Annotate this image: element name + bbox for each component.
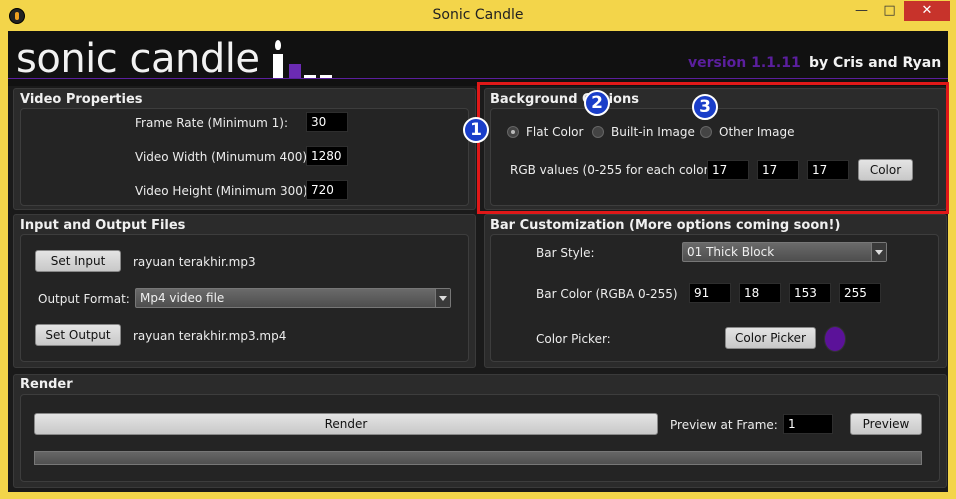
- bar-color-label: Bar Color (RGBA 0-255): [536, 287, 678, 301]
- io-files-title: Input and Output Files: [20, 218, 186, 233]
- video-height-input[interactable]: 720: [306, 180, 348, 200]
- version-label: version 1.1.11: [688, 55, 801, 71]
- preview-frame-label: Preview at Frame:: [670, 418, 778, 432]
- annotation-badge-3: 3: [692, 94, 718, 120]
- video-height-label: Video Height (Minimum 300):: [135, 184, 312, 198]
- window-title: Sonic Candle: [432, 7, 524, 23]
- color-picker-button[interactable]: Color Picker: [725, 327, 816, 349]
- output-format-label: Output Format:: [38, 292, 130, 306]
- logo-flame-icon: [275, 40, 281, 50]
- bar-blue-input[interactable]: 153: [789, 283, 831, 303]
- frame-rate-input[interactable]: 30: [306, 112, 348, 132]
- render-title: Render: [20, 377, 73, 392]
- color-picker-label: Color Picker:: [536, 332, 611, 346]
- bar-alpha-input[interactable]: 255: [839, 283, 881, 303]
- output-format-select[interactable]: Mp4 video file: [135, 288, 451, 308]
- bar-style-value: 01 Thick Block: [687, 245, 775, 259]
- preview-button[interactable]: Preview: [850, 413, 922, 435]
- input-filename: rayuan terakhir.mp3: [133, 255, 256, 269]
- annotation-badge-2: 2: [584, 90, 610, 116]
- close-button[interactable]: ✕: [904, 1, 950, 21]
- frame-rate-label: Frame Rate (Minimum 1):: [135, 116, 288, 130]
- video-properties-title: Video Properties: [20, 92, 143, 107]
- annotation-badge-1: 1: [463, 117, 489, 143]
- maximize-button[interactable]: □: [876, 1, 903, 21]
- output-filename: rayuan terakhir.mp3.mp4: [133, 329, 287, 343]
- output-format-value: Mp4 video file: [140, 291, 225, 305]
- chevron-down-icon[interactable]: [435, 289, 450, 307]
- bar-customization-title: Bar Customization (More options coming s…: [490, 218, 841, 233]
- set-output-button[interactable]: Set Output: [35, 324, 121, 346]
- logo-bar-icon: [289, 64, 301, 78]
- bar-style-select[interactable]: 01 Thick Block: [682, 242, 887, 262]
- bar-green-input[interactable]: 18: [739, 283, 781, 303]
- render-box: [20, 394, 940, 482]
- logo-candle-icon: [273, 54, 283, 78]
- bar-red-input[interactable]: 91: [689, 283, 731, 303]
- logo-text: sonic candle: [16, 36, 260, 82]
- authors-label: by Cris and Ryan: [809, 55, 942, 71]
- preview-frame-input[interactable]: 1: [783, 414, 833, 434]
- bar-style-label: Bar Style:: [536, 246, 595, 260]
- render-button[interactable]: Render: [34, 413, 658, 435]
- bar-color-swatch[interactable]: [824, 326, 846, 352]
- render-progress-bar: [34, 451, 922, 465]
- minimize-button[interactable]: —: [848, 1, 875, 21]
- header-divider: [8, 78, 948, 79]
- set-input-button[interactable]: Set Input: [35, 250, 121, 272]
- video-width-input[interactable]: 1280: [306, 146, 348, 166]
- chevron-down-icon[interactable]: [871, 243, 886, 261]
- video-width-label: Video Width (Minumum 400):: [135, 150, 312, 164]
